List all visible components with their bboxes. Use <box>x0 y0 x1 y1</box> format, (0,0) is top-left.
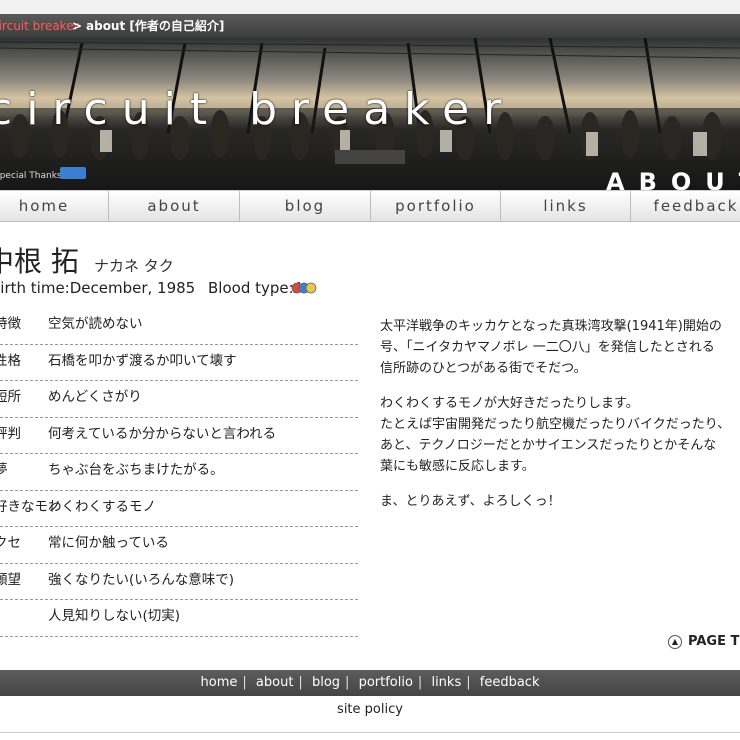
breadcrumb-separator: > <box>72 19 83 33</box>
special-thanks: Special Thanks: <box>0 171 65 181</box>
page-top-label: PAGE TOP <box>688 634 740 649</box>
blood-type-icon <box>291 282 317 294</box>
header-banner: circuit breaker Special Thanks: ABOUT <box>0 38 740 190</box>
list-item: 性格 石橋を叩かず渡るか叩いて壊す <box>0 345 358 381</box>
attr-label: 評判 <box>0 425 21 442</box>
attr-value: 空気が読めない <box>48 316 143 332</box>
attr-value: ちゃぶ台をぶちまけたがる。 <box>48 462 224 478</box>
page: circuit breaker > about [作者の自己紹介] circui… <box>0 0 740 740</box>
attr-value: 人見知りしない(切実) <box>48 608 181 624</box>
footer-divider: | <box>466 675 471 690</box>
attr-value: 強くなりたい(いろんな意味で) <box>48 571 235 588</box>
attr-label: 願望 <box>0 571 21 588</box>
footer-link-links[interactable]: links <box>426 675 466 690</box>
nav-blog[interactable]: blog <box>240 191 371 221</box>
list-item: 夢 ちゃぶ台をぶちまけたがる。 <box>0 454 358 491</box>
list-item: 評判 何考えているか分からないと言われる <box>0 418 358 454</box>
intro-line: 太平洋戦争のキッカケとなった真珠湾攻撃(1941年)開始の <box>380 319 722 334</box>
author-name: 中根 拓 ナカネ タク <box>0 240 174 280</box>
attr-label: 性格 <box>0 352 21 369</box>
special-thanks-logo[interactable] <box>60 167 86 179</box>
footer-divider: | <box>242 675 247 690</box>
nav-portfolio[interactable]: portfolio <box>371 191 501 221</box>
footer-link-about[interactable]: about <box>251 675 299 690</box>
breadcrumb: circuit breaker > about [作者の自己紹介] <box>0 14 740 38</box>
breadcrumb-home-link[interactable]: circuit breaker <box>0 14 79 38</box>
attr-value: 石橋を叩かず渡るか叩いて壊す <box>48 352 237 369</box>
site-title[interactable]: circuit breaker <box>0 84 515 135</box>
window-strip <box>0 0 740 14</box>
list-item: 人見知りしない(切実) <box>0 600 358 637</box>
footer-link-home[interactable]: home <box>196 675 243 690</box>
profile-list: 特徴 空気が読めない 性格 石橋を叩かず渡るか叩いて壊す 短所 めんどくさがり … <box>0 308 358 637</box>
attr-label: 短所 <box>0 389 21 405</box>
attr-label: クセ <box>0 535 21 551</box>
bottom-divider <box>0 732 740 733</box>
intro-line: わくわくするモノが大好きだったりします。 <box>380 396 639 411</box>
intro-paragraph: 太平洋戦争のキッカケとなった真珠湾攻撃(1941年)開始の 号、「ニイタカヤマノ… <box>380 316 740 379</box>
intro-paragraph: ま、とりあえず、よろしくっ！ <box>380 491 740 512</box>
nav-home[interactable]: home <box>0 191 109 221</box>
banner-page-label: ABOUT <box>606 168 740 190</box>
birth-blood-line: Birth time:December, 1985 Blood type:A <box>0 279 304 297</box>
attr-label: 夢 <box>0 462 8 478</box>
nav-about[interactable]: about <box>109 191 240 221</box>
author-name-kanji: 中根 拓 <box>0 245 79 278</box>
footer-link-portfolio[interactable]: portfolio <box>354 675 418 690</box>
nav-feedback[interactable]: feedback <box>631 191 740 221</box>
intro-line: 信所跡のひとつがある街でそだつ。 <box>380 361 587 376</box>
site-policy-link[interactable]: site policy <box>0 702 740 717</box>
author-name-kana: ナカネ タク <box>94 257 174 275</box>
list-item: 願望 強くなりたい(いろんな意味で) <box>0 564 358 600</box>
intro-paragraph: わくわくするモノが大好きだったりします。 たとえば宇宙開発だったり航空機だったり… <box>380 393 740 477</box>
page-top-link[interactable]: ▲ PAGE TOP <box>668 634 740 649</box>
attr-value: 常に何か触っている <box>48 535 169 551</box>
arrow-up-icon: ▲ <box>668 634 682 649</box>
footer-divider: | <box>417 675 423 690</box>
main-nav: home about blog portfolio links feedback <box>0 190 740 222</box>
list-item: 特徴 空気が読めない <box>0 308 358 345</box>
attr-label: 特徴 <box>0 316 21 332</box>
list-item: 短所 めんどくさがり <box>0 381 358 418</box>
attr-value: めんどくさがり <box>48 389 142 405</box>
list-item: 好きなモノ わくわくするモノ <box>0 491 358 527</box>
list-item: クセ 常に何か触っている <box>0 527 358 564</box>
intro-line: 号、「ニイタカヤマノボレ 一二〇八」を発信したとされる <box>380 340 715 355</box>
birth-time: Birth time:December, 1985 <box>0 279 196 297</box>
intro-line: 葉にも敏感に反応します。 <box>380 459 535 474</box>
footer-link-blog[interactable]: blog <box>307 675 345 690</box>
intro-line: あと、テクノロジーだとかサイエンスだったりとかそんな <box>380 438 717 453</box>
attr-value: わくわくするモノ <box>48 498 156 515</box>
footer-divider: | <box>345 675 350 690</box>
footer-divider: | <box>298 675 303 690</box>
breadcrumb-current: about [作者の自己紹介] <box>86 19 225 33</box>
nav-links[interactable]: links <box>501 191 631 221</box>
intro-text: 太平洋戦争のキッカケとなった真珠湾攻撃(1941年)開始の 号、「ニイタカヤマノ… <box>380 316 740 526</box>
footer-link-feedback[interactable]: feedback <box>475 675 545 690</box>
intro-line: ま、とりあえず、よろしくっ！ <box>380 494 561 509</box>
intro-line: たとえば宇宙開発だったり航空機だったりバイクだったり、 <box>380 417 731 432</box>
attr-value: 何考えているか分からないと言われる <box>48 425 277 442</box>
footer-nav: home | about | blog | portfolio | links | fee… <box>0 670 740 696</box>
